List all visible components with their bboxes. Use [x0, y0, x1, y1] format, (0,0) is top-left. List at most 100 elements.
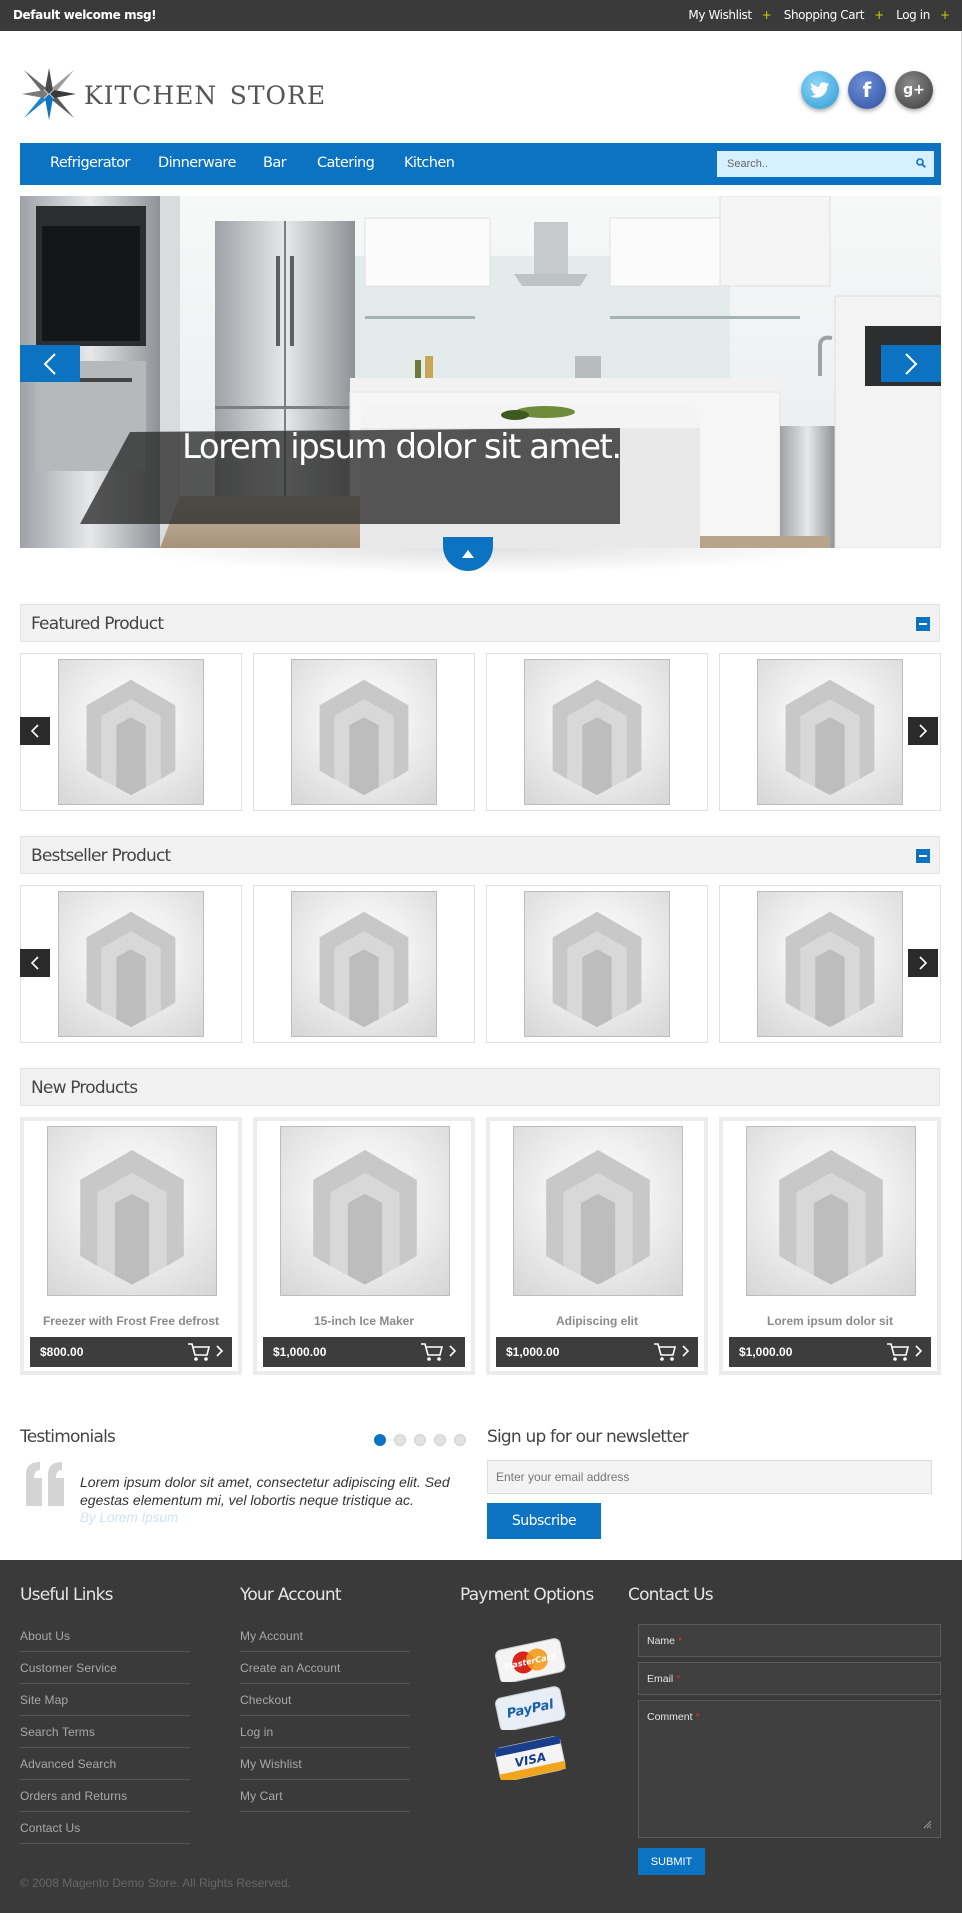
top-link-separator: +	[761, 8, 772, 22]
new-product-card[interactable]: Lorem ipsum dolor sit $1,000.00	[719, 1117, 941, 1375]
product-image[interactable]	[47, 1126, 217, 1296]
nav-item-catering[interactable]: Catering	[317, 155, 375, 171]
collapse-icon[interactable]	[916, 849, 930, 863]
comment-label: Comment *	[647, 1711, 700, 1723]
chevron-right-icon[interactable]	[216, 1344, 224, 1358]
bestseller-product-card[interactable]	[20, 885, 242, 1043]
footer-link[interactable]: About Us	[20, 1620, 190, 1652]
placeholder-logo-icon	[319, 679, 409, 796]
product-image[interactable]	[524, 891, 670, 1037]
newsletter-email-input[interactable]	[488, 1461, 931, 1493]
useful-links-title: Useful Links	[20, 1585, 114, 1605]
featured-product-card[interactable]	[486, 653, 708, 811]
footer-link[interactable]: Customer Service	[20, 1652, 190, 1684]
product-image[interactable]	[291, 659, 437, 805]
testimonials-title: Testimonials	[20, 1427, 116, 1447]
section-title: Bestseller Product	[31, 846, 171, 866]
subscribe-button[interactable]: Subscribe	[487, 1503, 601, 1539]
new-product-card[interactable]: Freezer with Frost Free defrost $800.00	[20, 1117, 242, 1375]
footer-link[interactable]: Search Terms	[20, 1716, 190, 1748]
contact-email-field[interactable]: Email *	[638, 1662, 941, 1695]
pager-dot[interactable]	[434, 1434, 446, 1446]
google-plus-icon[interactable]: g+	[895, 71, 933, 109]
top-link-wishlist[interactable]: My Wishlist	[688, 8, 752, 22]
add-to-cart-icon[interactable]	[420, 1342, 444, 1362]
product-image[interactable]	[746, 1126, 916, 1296]
add-to-cart-icon[interactable]	[653, 1342, 677, 1362]
bestseller-product-card[interactable]	[253, 885, 475, 1043]
footer-link[interactable]: My Wishlist	[240, 1748, 410, 1780]
collapse-icon[interactable]	[916, 617, 930, 631]
nav-item-refrigerator[interactable]: Refrigerator	[50, 155, 130, 171]
top-link-shopping-cart[interactable]: Shopping Cart	[784, 8, 865, 22]
bestseller-next-button[interactable]	[908, 949, 938, 977]
product-image[interactable]	[58, 659, 204, 805]
bestseller-product-card[interactable]	[486, 885, 708, 1043]
placeholder-logo-icon	[313, 1150, 417, 1285]
product-image[interactable]	[58, 891, 204, 1037]
required-mark: *	[676, 1673, 681, 1685]
product-price-bar: $1,000.00	[496, 1337, 698, 1367]
mastercard-icon: MasterCard	[495, 1638, 566, 1682]
search-input[interactable]	[717, 151, 907, 177]
nav-item-bar[interactable]: Bar	[263, 155, 287, 171]
featured-next-button[interactable]	[908, 717, 938, 745]
pager-dot[interactable]	[454, 1434, 466, 1446]
nav-item-dinnerware[interactable]: Dinnerware	[158, 155, 236, 171]
contact-comment-field[interactable]: Comment *	[638, 1700, 941, 1838]
contact-name-field[interactable]: Name *	[638, 1624, 941, 1657]
store-logo-text[interactable]: kitchen store	[84, 72, 326, 113]
product-image[interactable]	[757, 891, 903, 1037]
footer-link[interactable]: Create an Account	[240, 1652, 410, 1684]
twitter-icon[interactable]	[801, 71, 839, 109]
required-mark: *	[677, 1635, 683, 1647]
page: Default welcome msg! My Wishlist + Shopp…	[0, 0, 962, 1913]
footer-link[interactable]: Checkout	[240, 1684, 410, 1716]
chevron-right-icon[interactable]	[915, 1344, 923, 1358]
pager-dot[interactable]	[414, 1434, 426, 1446]
product-price: $800.00	[40, 1345, 84, 1359]
footer-link[interactable]: Site Map	[20, 1684, 190, 1716]
chevron-right-icon[interactable]	[449, 1344, 457, 1358]
slider-next-button[interactable]	[881, 345, 941, 382]
product-name[interactable]: Lorem ipsum dolor sit	[723, 1314, 937, 1328]
product-name[interactable]: Freezer with Frost Free defrost	[24, 1314, 238, 1328]
nav-item-kitchen[interactable]: Kitchen	[404, 155, 455, 171]
contact-submit-button[interactable]: SUBMIT	[638, 1848, 705, 1875]
product-image[interactable]	[524, 659, 670, 805]
featured-prev-button[interactable]	[20, 717, 50, 745]
chevron-left-icon	[31, 956, 39, 970]
product-image[interactable]	[291, 891, 437, 1037]
add-to-cart-icon[interactable]	[187, 1342, 211, 1362]
footer-link[interactable]: Log in	[240, 1716, 410, 1748]
featured-product-card[interactable]	[253, 653, 475, 811]
placeholder-logo-icon	[80, 1150, 184, 1285]
slider-prev-button[interactable]	[20, 345, 80, 382]
footer-link[interactable]: Contact Us	[20, 1812, 190, 1844]
footer-link[interactable]: My Cart	[240, 1780, 410, 1812]
resize-handle-icon[interactable]	[922, 1819, 932, 1829]
footer-link[interactable]: Orders and Returns	[20, 1780, 190, 1812]
product-image[interactable]	[280, 1126, 450, 1296]
pager-dot[interactable]	[374, 1434, 386, 1446]
search-icon[interactable]	[916, 158, 926, 168]
bestseller-prev-button[interactable]	[20, 949, 50, 977]
store-logo-icon[interactable]	[20, 66, 78, 122]
product-image[interactable]	[757, 659, 903, 805]
product-name[interactable]: Adipiscing elit	[490, 1314, 704, 1328]
product-image[interactable]	[513, 1126, 683, 1296]
top-link-log-in[interactable]: Log in	[896, 8, 930, 22]
chevron-right-icon[interactable]	[682, 1344, 690, 1358]
new-product-card[interactable]: Adipiscing elit $1,000.00	[486, 1117, 708, 1375]
featured-product-card[interactable]	[20, 653, 242, 811]
your-account-title: Your Account	[240, 1585, 342, 1605]
facebook-icon[interactable]: f	[848, 71, 886, 109]
placeholder-logo-icon	[785, 911, 875, 1028]
new-product-card[interactable]: 15-inch Ice Maker $1,000.00	[253, 1117, 475, 1375]
placeholder-logo-icon	[86, 679, 176, 796]
product-name[interactable]: 15-inch Ice Maker	[257, 1314, 471, 1328]
pager-dot[interactable]	[394, 1434, 406, 1446]
footer-link[interactable]: Advanced Search	[20, 1748, 190, 1780]
footer-link[interactable]: My Account	[240, 1620, 410, 1652]
add-to-cart-icon[interactable]	[886, 1342, 910, 1362]
